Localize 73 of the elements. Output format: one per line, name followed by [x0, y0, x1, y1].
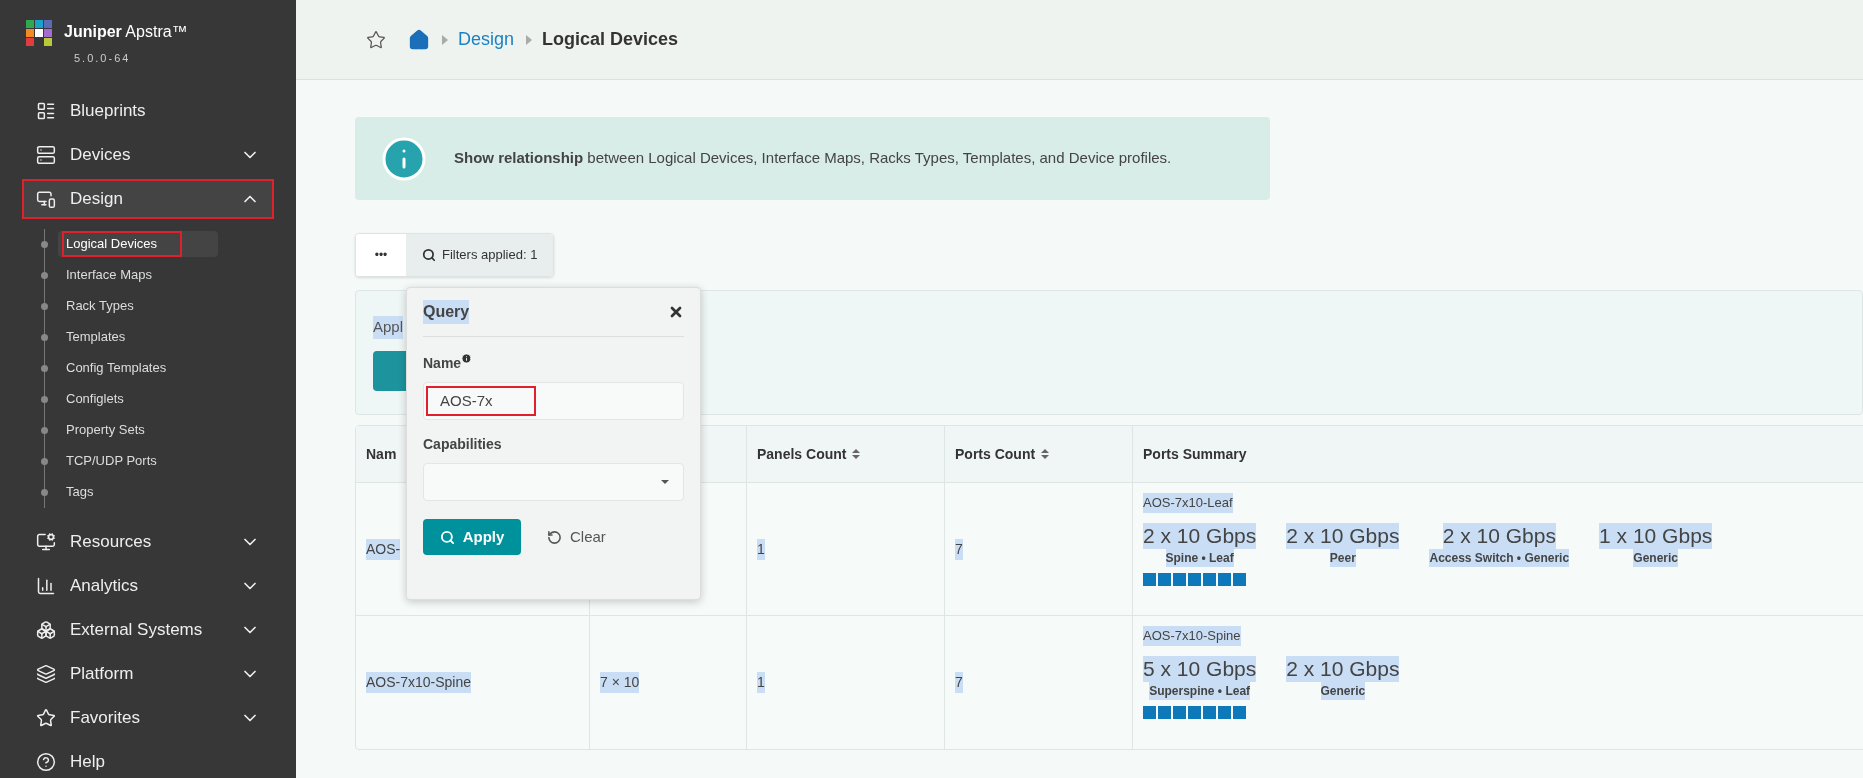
port-speed: 5 x 10 Gbps: [1143, 655, 1257, 682]
field-label: Capabilities: [423, 435, 503, 454]
breadcrumb-current: Logical Devices: [542, 28, 679, 51]
sidebar-subitem[interactable]: TCP/UDP Ports: [58, 448, 218, 474]
sidebar-subitem[interactable]: Config Templates: [58, 355, 218, 381]
version-label: 5.0.0-64: [74, 51, 132, 66]
network-icon: [36, 619, 56, 640]
sidebar-item[interactable]: Favorites: [22, 697, 274, 738]
caret-icon: [526, 34, 533, 45]
column-header[interactable]: Ports Count: [955, 443, 1050, 465]
sidebar-subitem[interactable]: Logical Devices: [58, 231, 218, 257]
info-text: Show relationship between Logical Devices, Interface Maps, Racks Types, Templates, and Device profiles.: [454, 148, 1172, 169]
port-speed: 2 x 10 Gbps: [1442, 522, 1556, 549]
field-label: Name: [423, 354, 462, 373]
name-input[interactable]: AOS-7x: [423, 382, 684, 420]
sidebar-subitem[interactable]: Rack Types: [58, 293, 218, 319]
logo-icon: [26, 20, 52, 46]
sidebar-subitem[interactable]: Tags: [58, 479, 218, 505]
sidebar-subitem[interactable]: Property Sets: [58, 417, 218, 443]
search-icon: [439, 529, 455, 545]
table-cell: AOS-: [366, 538, 401, 560]
apply-button[interactable]: Apply: [423, 519, 521, 555]
sidebar-item[interactable]: Platform: [22, 653, 274, 694]
table-cell: 1: [757, 672, 765, 693]
info-icon: [461, 353, 473, 364]
sidebar-item[interactable]: Devices: [22, 134, 274, 175]
table-cell: 7: [955, 672, 963, 693]
star-icon[interactable]: [366, 29, 386, 50]
dropdown-caret-icon: [661, 480, 669, 484]
table-cell: 7 × 10: [600, 672, 640, 693]
table-cell: AOS-7x10-Spine: [366, 672, 472, 693]
port-speed: 2 x 10 Gbps: [1286, 655, 1400, 682]
devices-icon: [36, 144, 56, 165]
sidebar-subitem[interactable]: Configlets: [58, 386, 218, 412]
device-name: AOS-7x10-Spine: [1143, 626, 1241, 646]
port-speed: 2 x 10 Gbps: [1286, 522, 1400, 549]
layers-icon: [36, 663, 56, 684]
search-icon: [422, 248, 436, 262]
sidebar-subitem[interactable]: Templates: [58, 324, 218, 350]
popover-title: Query: [423, 300, 470, 324]
breadcrumb-link[interactable]: Design: [458, 26, 515, 53]
blueprints-icon: [36, 100, 56, 121]
sidebar-item[interactable]: Design: [22, 178, 274, 219]
more-button[interactable]: •••: [356, 234, 406, 276]
clear-button[interactable]: Clear: [547, 525, 606, 549]
home-icon[interactable]: [408, 28, 430, 51]
sidebar-item[interactable]: Resources: [22, 521, 274, 562]
monitor-icon: [36, 531, 56, 552]
sidebar-item[interactable]: Analytics: [22, 565, 274, 606]
device-name: AOS-7x10-Leaf: [1143, 493, 1233, 513]
column-header[interactable]: Panels Count: [757, 443, 861, 465]
port-roles: Access Switch • Generic: [1429, 548, 1570, 567]
reset-icon: [547, 529, 562, 545]
star-icon: [36, 707, 56, 728]
sort-icon: [852, 449, 861, 459]
table-cell: 1: [757, 538, 765, 560]
table-cell: 7: [955, 538, 963, 560]
filters-button[interactable]: Filters applied: 1: [406, 234, 554, 276]
column-header: Ports Summary: [1143, 444, 1247, 464]
close-icon[interactable]: [668, 304, 684, 320]
sidebar-subitem[interactable]: Interface Maps: [58, 262, 218, 288]
chart-icon: [36, 575, 56, 596]
sort-icon: [1041, 449, 1050, 459]
caret-icon: [442, 34, 448, 45]
sidebar-item[interactable]: External Systems: [22, 609, 274, 650]
brand-name: Juniper Apstra™: [64, 22, 188, 42]
sidebar-item[interactable]: Help: [22, 741, 274, 778]
applied-text: Appl: [373, 316, 404, 339]
help-icon: [36, 751, 56, 772]
port-speed: 2 x 10 Gbps: [1143, 522, 1257, 549]
sidebar-item[interactable]: Blueprints: [22, 90, 274, 131]
port-speed: 1 x 10 Gbps: [1599, 522, 1713, 549]
column-header: Nam: [366, 444, 397, 464]
